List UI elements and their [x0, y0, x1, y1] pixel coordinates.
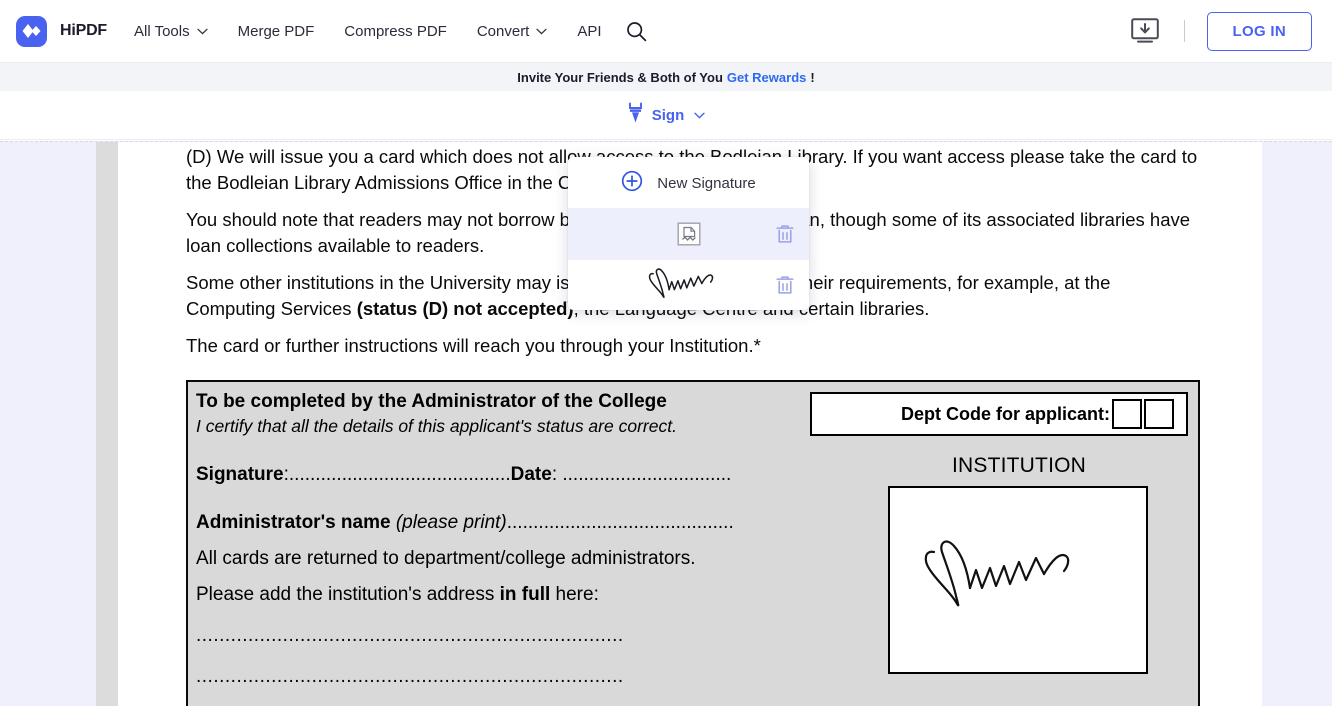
dept-code-cell-2[interactable] [1144, 399, 1174, 429]
signature-dropdown-panel[interactable]: New Signature [568, 157, 809, 310]
administrator-name-label: Administrator's name [196, 512, 391, 533]
top-nav-right-group: LOG IN [1128, 11, 1312, 51]
institution-block: INSTITUTION [888, 454, 1150, 674]
form-subtitle: I certify that all the details of this a… [196, 416, 677, 436]
delete-signature-button[interactable] [775, 275, 795, 296]
form-header-text: To be completed by the Administrator of … [196, 390, 810, 438]
hipdf-diamond-logo-icon[interactable] [16, 15, 47, 47]
nav-label-api: API [577, 22, 602, 40]
signature-list-item[interactable] [568, 259, 809, 310]
cards-return-note: All cards are returned to department/col… [196, 548, 696, 569]
doc-paragraph: The card or further instructions will re… [186, 335, 761, 356]
promo-text-before: Invite Your Friends & Both of You [517, 69, 723, 85]
dept-code-label: Dept Code for applicant: [900, 403, 1110, 424]
nav-item-merge-pdf[interactable]: Merge PDF [238, 23, 315, 40]
chevron-down-icon [694, 112, 705, 119]
address-instruction-bold: in full [499, 584, 551, 605]
broken-image-icon [677, 222, 701, 246]
nav-item-convert[interactable]: Convert [477, 23, 548, 40]
institution-signature-box[interactable] [888, 486, 1148, 674]
signature-date-line: Signature:..............................… [196, 464, 846, 486]
sign-tool-label: Sign [651, 106, 685, 124]
address-instruction-suffix: here: [555, 584, 599, 605]
doc-bold-run: (status (D) not accepted) [356, 298, 574, 319]
nav-label-compress-pdf: Compress PDF [344, 22, 447, 40]
signature-list-item[interactable] [568, 208, 809, 259]
dept-code-box: Dept Code for applicant: [810, 392, 1188, 436]
promo-text-after: ! [810, 69, 815, 85]
handwritten-signature-icon[interactable] [920, 530, 1110, 630]
nav-item-compress-pdf[interactable]: Compress PDF [344, 23, 447, 40]
plus-circle-icon [621, 170, 643, 197]
signature-dots[interactable]: :.......................................… [284, 464, 511, 485]
nav-item-all-tools[interactable]: All Tools [134, 23, 208, 40]
administrator-name-line: Administrator's name (please print).....… [196, 512, 846, 534]
brand-name[interactable]: HiPDF [60, 22, 107, 40]
administrator-name-dots[interactable]: ........................................… [507, 512, 734, 533]
page-left-margin [96, 142, 118, 706]
search-icon[interactable] [626, 21, 647, 42]
signature-label: Signature [196, 464, 284, 485]
address-instruction-line: Please add the institution's address in … [196, 584, 846, 606]
nav-label-all-tools: All Tools [134, 22, 190, 40]
form-header-row: To be completed by the Administrator of … [196, 390, 1188, 438]
administrator-form-box: To be completed by the Administrator of … [186, 380, 1200, 706]
delete-signature-button[interactable] [775, 224, 795, 245]
address-instruction-prefix: Please add the institution's address [196, 584, 495, 605]
referral-promo-banner: Invite Your Friends & Both of You Get Re… [0, 62, 1332, 91]
address-dots-line-1[interactable]: ........................................… [196, 625, 841, 647]
new-signature-button[interactable]: New Signature [568, 159, 809, 208]
nav-label-convert: Convert [476, 22, 530, 40]
login-button[interactable]: LOG IN [1206, 11, 1312, 51]
institution-title: INSTITUTION [951, 454, 1087, 477]
top-navigation-bar: HiPDF All Tools Merge PDF Compress PDF C… [0, 0, 1332, 62]
nav-divider [1183, 20, 1185, 42]
form-title: To be completed by the Administrator of … [196, 391, 667, 412]
pen-nib-icon [627, 102, 644, 128]
sign-tool-button[interactable]: Sign [627, 102, 706, 128]
date-dots[interactable]: : ................................ [552, 464, 731, 485]
address-dots-line-2[interactable]: ........................................… [196, 666, 841, 688]
dept-code-cell-1[interactable] [1112, 399, 1142, 429]
form-left-column: Signature:..............................… [196, 464, 846, 688]
date-label: Date [510, 464, 552, 485]
get-rewards-link[interactable]: Get Rewards [727, 70, 806, 85]
chevron-down-icon [536, 28, 548, 35]
administrator-name-hint: (please print) [395, 512, 507, 533]
signature-thumbnail-icon [641, 264, 737, 306]
editor-toolbar: Sign [0, 91, 1332, 140]
desktop-download-icon[interactable] [1128, 17, 1162, 45]
primary-nav: All Tools Merge PDF Compress PDF Convert… [134, 21, 647, 42]
chevron-down-icon [196, 28, 208, 35]
nav-label-merge-pdf: Merge PDF [237, 22, 315, 40]
new-signature-label: New Signature [657, 175, 756, 192]
nav-item-api[interactable]: API [577, 23, 601, 40]
